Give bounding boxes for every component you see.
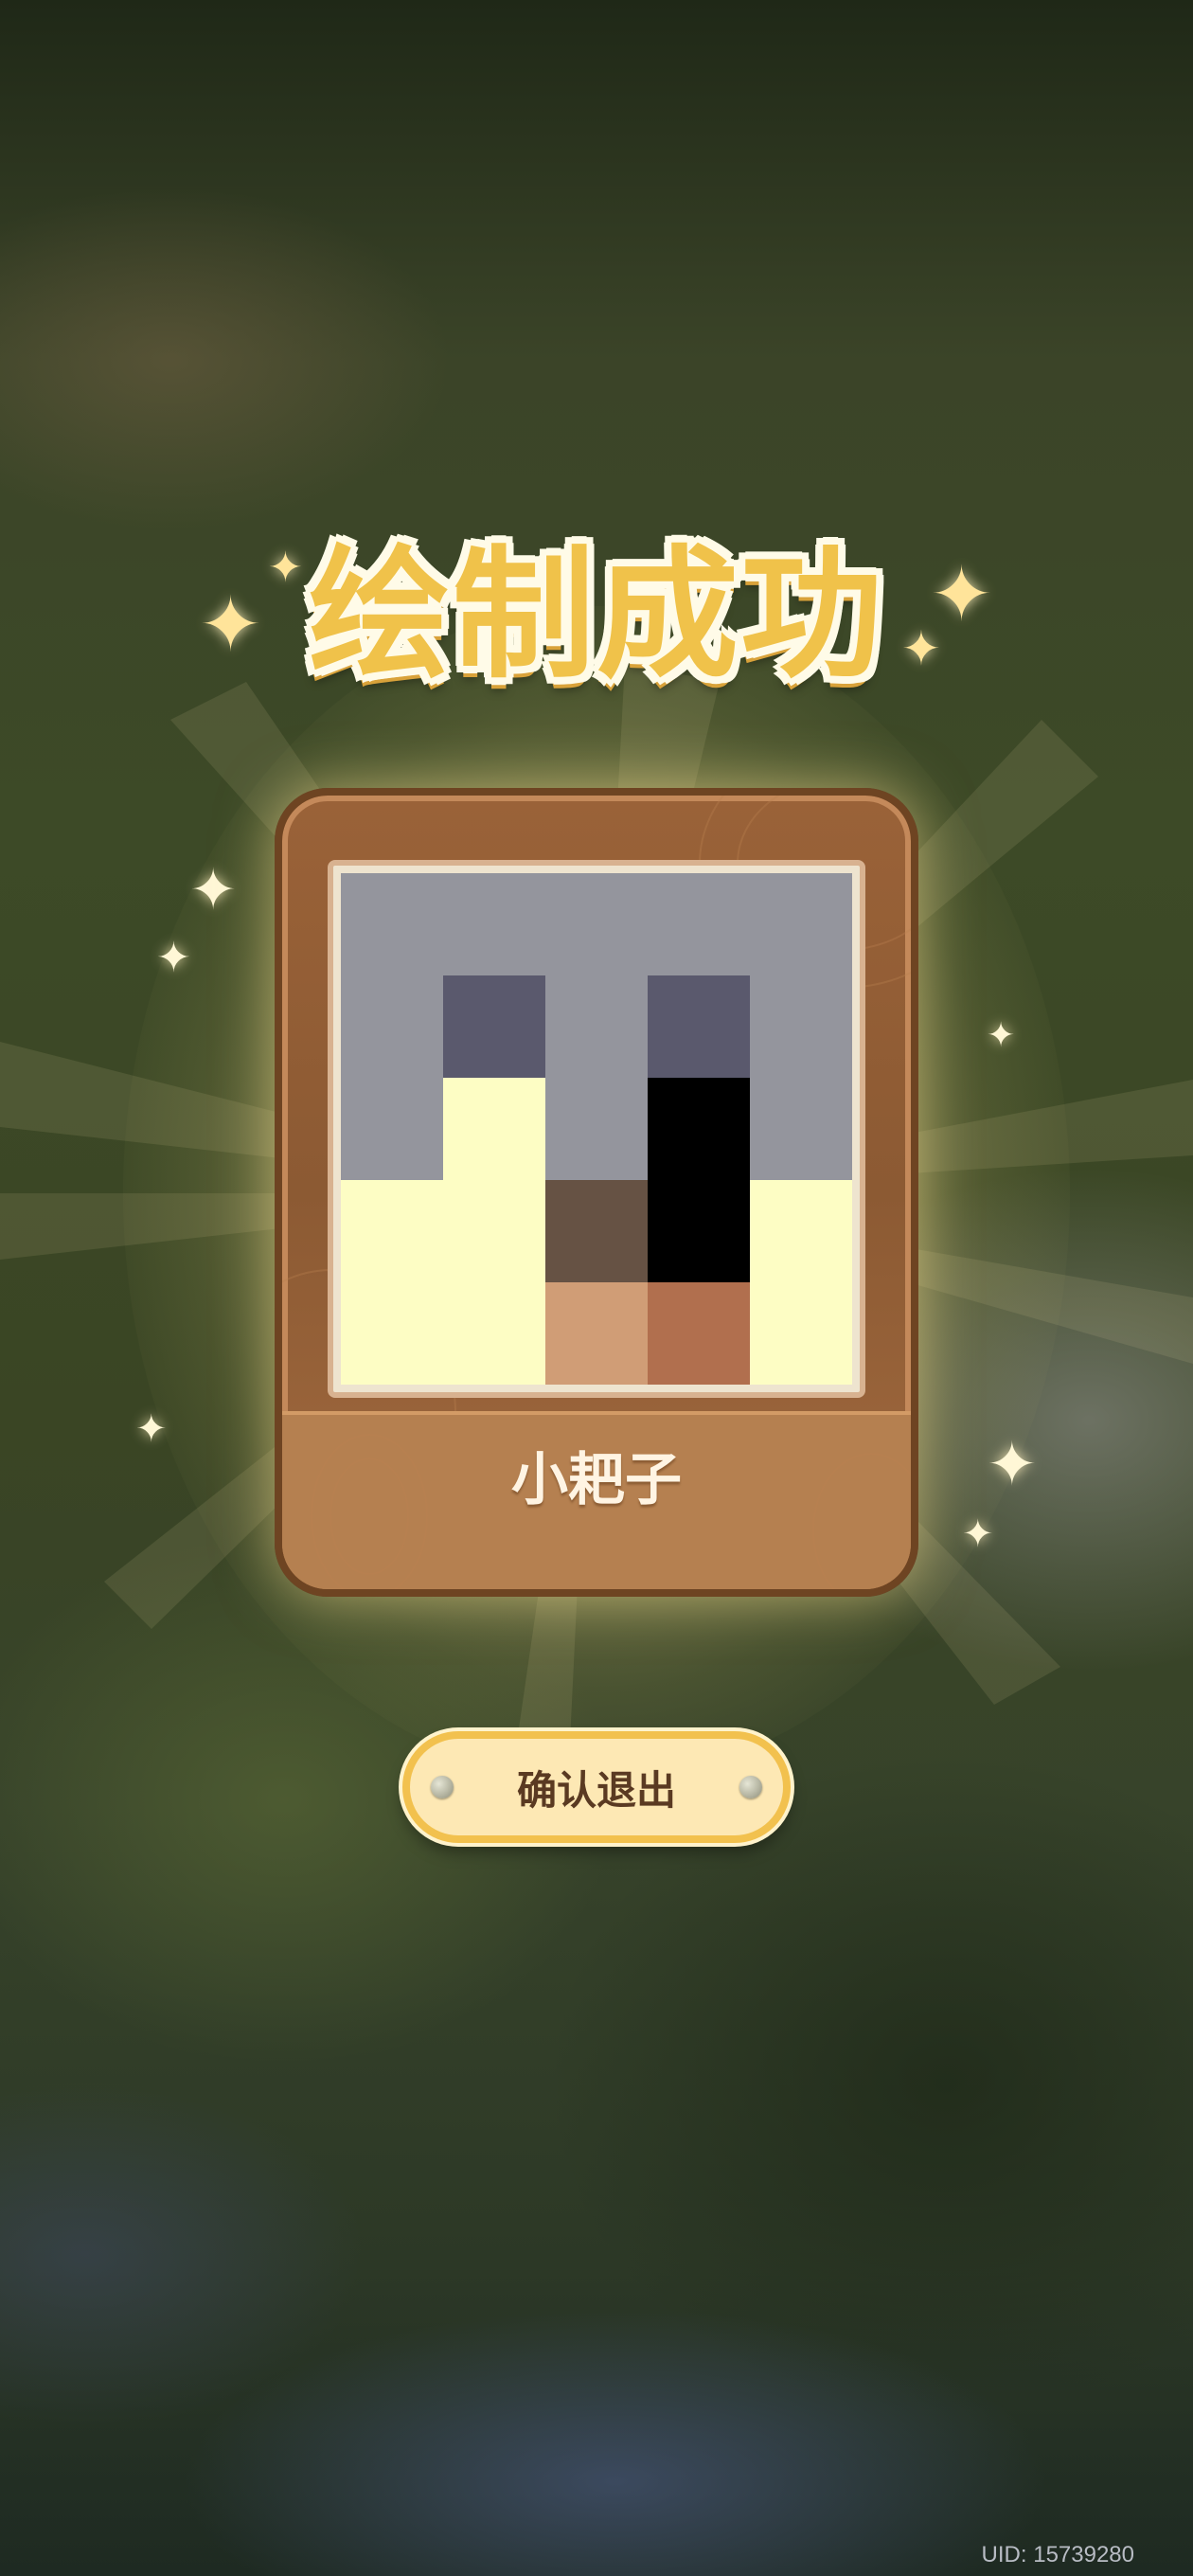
sparkle-icon: ✦ — [901, 621, 941, 676]
pixel-cell — [648, 1180, 750, 1282]
pixel-cell — [341, 873, 443, 975]
pixel-cell — [443, 1282, 545, 1385]
rivet-icon — [739, 1776, 762, 1798]
pixel-cell — [545, 1078, 648, 1180]
artwork-name: 小耙子 — [511, 1447, 682, 1513]
pixel-cell — [341, 1078, 443, 1180]
pixel-cell — [341, 975, 443, 1078]
pixel-cell — [648, 975, 750, 1078]
sparkle-icon: ✦ — [987, 1016, 1016, 1055]
success-screen: 绘制成功 ✦ ✦ ✦ ✦ ✦ ✦ ✦ ✦ ✦ ✦ 小耙子 确认退出 UID: 1… — [0, 0, 1193, 2576]
sparkle-icon: ✦ — [156, 934, 191, 982]
confirm-exit-label: 确认退出 — [516, 1766, 676, 1814]
pixel-cell — [750, 975, 852, 1078]
pixel-cell — [443, 975, 545, 1078]
pixel-art — [341, 873, 852, 1385]
sparkle-icon: ✦ — [189, 857, 238, 923]
pixel-cell — [750, 1282, 852, 1385]
pixel-cell — [750, 1180, 852, 1282]
pixel-cell — [545, 1282, 648, 1385]
artwork-card: 小耙子 — [275, 788, 918, 1597]
pixel-cell — [443, 1180, 545, 1282]
artwork-frame — [328, 860, 865, 1398]
sparkle-icon: ✦ — [135, 1407, 168, 1451]
pixel-cell — [648, 1078, 750, 1180]
pixel-cell — [545, 1180, 648, 1282]
pixel-cell — [750, 873, 852, 975]
pixel-cell — [443, 873, 545, 975]
sparkle-icon: ✦ — [962, 1512, 994, 1556]
sparkle-icon: ✦ — [268, 544, 303, 592]
confirm-exit-button[interactable]: 确认退出 — [402, 1731, 791, 1843]
pixel-cell — [545, 873, 648, 975]
pixel-cell — [341, 1282, 443, 1385]
pixel-cell — [545, 975, 648, 1078]
sparkle-icon: ✦ — [199, 581, 263, 669]
pixel-cell — [648, 873, 750, 975]
uid-label: UID: 15739280 — [981, 2542, 1134, 2567]
page-title: 绘制成功 — [308, 533, 884, 698]
sparkle-icon: ✦ — [987, 1430, 1038, 1500]
pixel-cell — [750, 1078, 852, 1180]
pixel-cell — [443, 1078, 545, 1180]
pixel-cell — [648, 1282, 750, 1385]
pixel-cell — [341, 1180, 443, 1282]
